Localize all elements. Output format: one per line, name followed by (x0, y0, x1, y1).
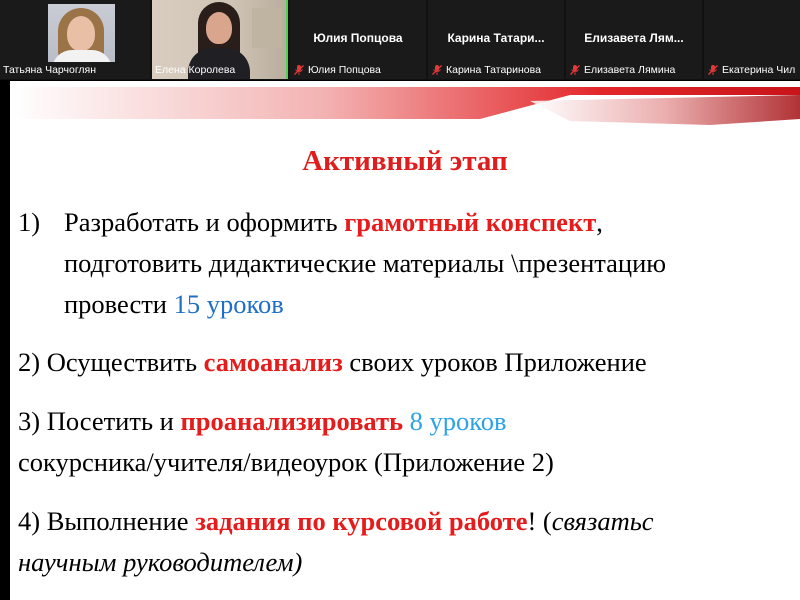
participant-tile-active-speaker[interactable]: Елена Королева (152, 0, 288, 79)
mic-muted-icon (708, 65, 718, 75)
participant-tile[interactable]: Юлия Попцова Юлия Попцова (290, 0, 426, 79)
participant-strip: Татьяна Чарчоглян Елена Королева Юлия По… (0, 0, 800, 80)
mic-muted-icon (294, 65, 304, 75)
list-item-3-line-1: 3) Посетить и проанализировать 8 уроков (18, 406, 507, 436)
participant-name: Юлия Попцова (308, 64, 381, 76)
highlight-text: грамотный конспект (344, 207, 597, 237)
list-item-3-line-2: сокурсника/учителя/видеоурок (Приложение… (18, 447, 554, 477)
participant-video (48, 4, 115, 62)
list-item-4-line-2: научным руководителем) (18, 547, 303, 577)
list-item-1-line-3: провести 15 уроков (64, 289, 284, 319)
list-number: 1) (18, 207, 41, 237)
mic-muted-icon (432, 65, 442, 75)
participant-display-name: Юлия Попцова (313, 31, 403, 45)
participant-tile[interactable]: Карина Татари... Карина Татаринова (428, 0, 564, 79)
list-item-4-line-1: 4) Выполнение задания по курсовой работе… (18, 506, 654, 536)
participant-tile[interactable]: Екатерина Чил (704, 0, 800, 79)
highlight-text: проанализировать (180, 406, 404, 436)
participant-name: Екатерина Чил (722, 64, 796, 76)
participant-name: Елена Королева (155, 64, 236, 76)
list-item-1-line-2: подготовить дидактические материалы \пре… (64, 248, 667, 278)
highlight-text: 8 уроков (409, 406, 507, 436)
participant-display-name: Карина Татари... (447, 31, 545, 45)
participant-name: Карина Татаринова (446, 64, 541, 76)
slide-title: Активный этап (302, 145, 508, 177)
list-item-1-line-1: Разработать и оформить грамотный конспек… (64, 207, 603, 237)
participant-tile[interactable]: Татьяна Чарчоглян (0, 0, 150, 79)
highlight-text: 15 уроков (173, 289, 284, 319)
participant-name: Татьяна Чарчоглян (3, 64, 97, 76)
highlight-text: самоанализ (203, 347, 343, 377)
slide-banner (10, 87, 800, 125)
participant-name: Елизавета Лямина (584, 64, 676, 76)
mic-muted-icon (570, 65, 580, 75)
participant-tile[interactable]: Елизавета Лям... Елизавета Лямина (566, 0, 702, 79)
list-item-2: 2) Осуществить самоанализ своих уроков П… (18, 347, 647, 377)
highlight-text: задания по курсовой работе (195, 506, 528, 536)
participant-display-name: Елизавета Лям... (584, 31, 684, 45)
shared-slide: Активный этап 1) Разработать и оформить … (10, 81, 800, 600)
